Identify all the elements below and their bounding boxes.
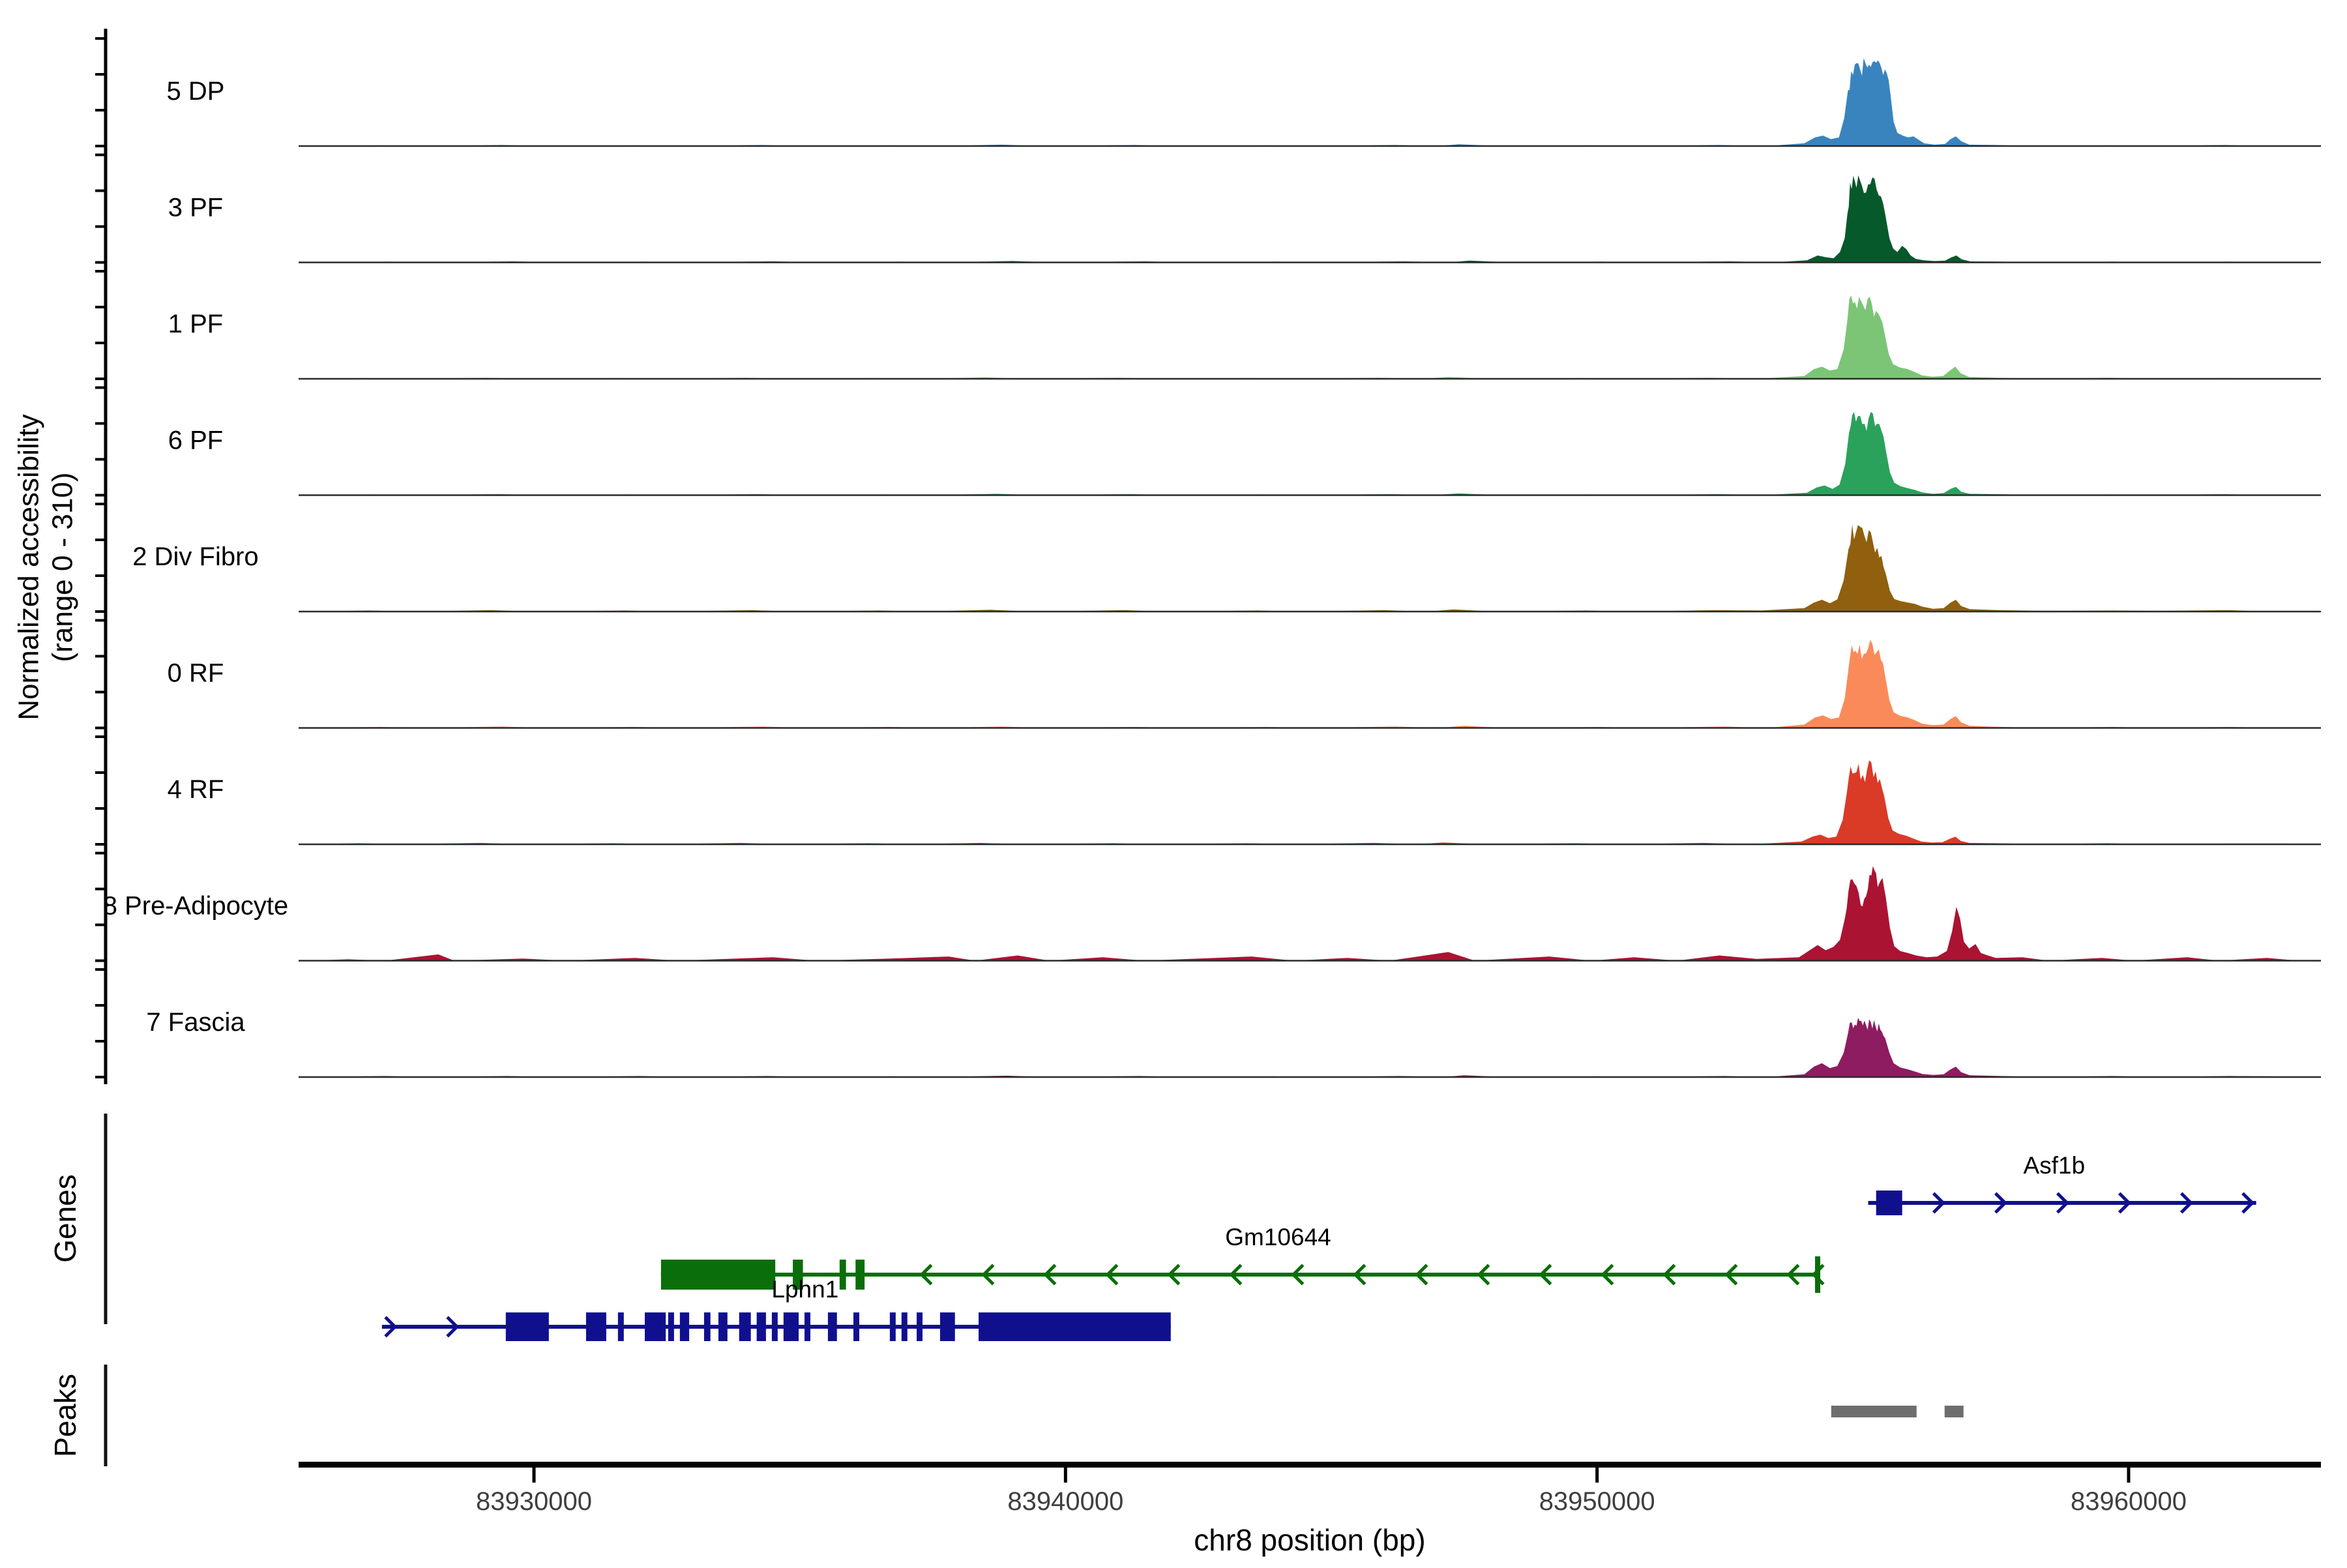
track-label-7-fascia: 7 Fascia bbox=[146, 1008, 245, 1037]
exon-lphn1 bbox=[890, 1312, 896, 1341]
exon-lphn1 bbox=[506, 1312, 549, 1341]
peak-interval bbox=[1945, 1406, 1964, 1417]
exon-gm10644 bbox=[855, 1260, 864, 1290]
exon-lphn1 bbox=[917, 1312, 923, 1341]
x-axis-tick-label: 83950000 bbox=[1539, 1487, 1655, 1516]
exon-gm10644 bbox=[661, 1260, 775, 1290]
exon-lphn1 bbox=[828, 1312, 837, 1341]
x-axis-tick-label: 83940000 bbox=[1007, 1487, 1123, 1516]
coverage-plot-svg: 5 DP 3 PF 1 PF 6 PF 2 Div Fibro 0 RF 4 RF 8 Pre… bbox=[0, 0, 2347, 1565]
exon-lphn1 bbox=[979, 1312, 1171, 1341]
genes-section-label: Genes bbox=[48, 1174, 82, 1263]
gene-label-gm10644: Gm10644 bbox=[1225, 1224, 1331, 1250]
tss-bar-gm10644 bbox=[1815, 1256, 1820, 1293]
x-axis-title: chr8 position (bp) bbox=[1194, 1523, 1425, 1557]
exon-lphn1 bbox=[940, 1312, 955, 1341]
track-label-6-pf: 6 PF bbox=[168, 426, 223, 455]
gene-label-asf1b: Asf1b bbox=[2024, 1152, 2086, 1179]
exon-lphn1 bbox=[902, 1312, 908, 1341]
exon-lphn1 bbox=[586, 1312, 606, 1341]
x-axis-tick-label: 83930000 bbox=[476, 1487, 592, 1516]
exon-lphn1 bbox=[853, 1312, 859, 1341]
track-label-0-rf: 0 RF bbox=[168, 659, 224, 688]
track-label-8-pre-adipocyte: 8 Pre-Adipocyte bbox=[103, 892, 289, 921]
exon-lphn1 bbox=[784, 1312, 799, 1341]
exon-lphn1 bbox=[680, 1312, 689, 1341]
exon-lphn1 bbox=[645, 1312, 666, 1341]
exon-lphn1 bbox=[718, 1312, 728, 1341]
peaks-section-label: Peaks bbox=[48, 1374, 82, 1457]
track-label-4-rf: 4 RF bbox=[168, 775, 224, 804]
exon-gm10644 bbox=[840, 1260, 846, 1290]
exon-lphn1 bbox=[739, 1312, 751, 1341]
track-label-3-pf: 3 PF bbox=[168, 194, 223, 222]
peak-interval bbox=[1831, 1406, 1917, 1417]
exon-lphn1 bbox=[772, 1312, 778, 1341]
exon-lphn1 bbox=[804, 1312, 810, 1341]
genome-coverage-figure: 5 DP 3 PF 1 PF 6 PF 2 Div Fibro 0 RF 4 RF 8 Pre… bbox=[0, 0, 2347, 1565]
exon-asf1b bbox=[1876, 1191, 1902, 1215]
x-axis-tick-label: 83960000 bbox=[2071, 1487, 2187, 1516]
y-axis-label-line2: (range 0 - 310) bbox=[47, 472, 79, 662]
gene-label-lphn1: Lphn1 bbox=[771, 1276, 838, 1303]
figure-background bbox=[0, 0, 2347, 1565]
exon-lphn1 bbox=[668, 1312, 674, 1341]
y-axis-label-line1: Normalized accessibility bbox=[13, 414, 45, 720]
exon-lphn1 bbox=[757, 1312, 766, 1341]
track-label-2-div-fibro: 2 Div Fibro bbox=[132, 542, 258, 571]
exon-lphn1 bbox=[618, 1312, 624, 1341]
track-label-1-pf: 1 PF bbox=[168, 310, 223, 338]
x-axis-line bbox=[299, 1462, 2321, 1468]
track-label-5-dp: 5 DP bbox=[167, 77, 225, 106]
exon-lphn1 bbox=[704, 1312, 711, 1341]
